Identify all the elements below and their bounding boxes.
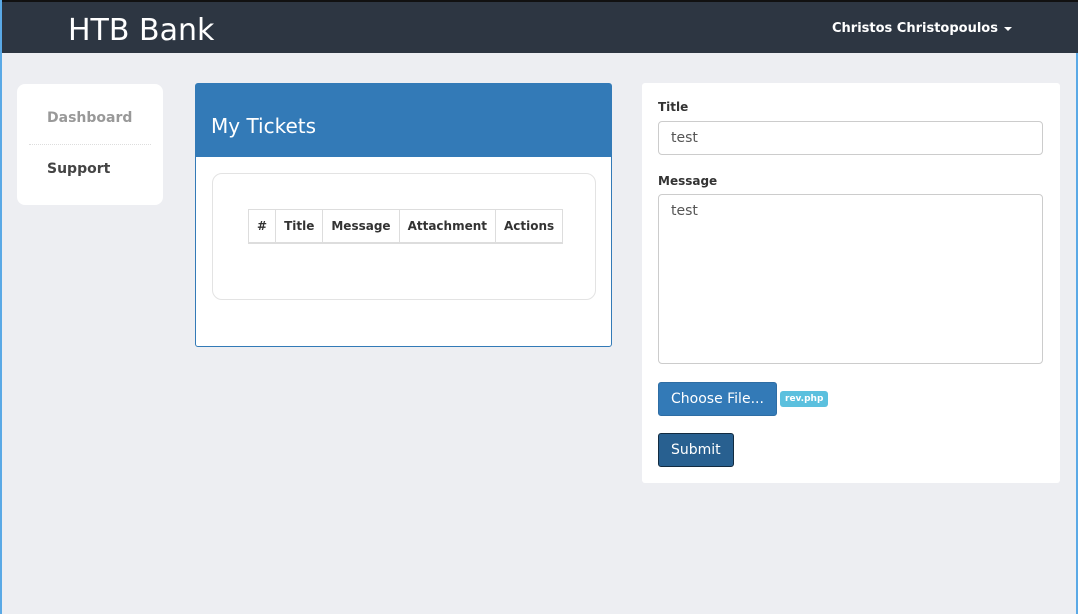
col-header: Attachment xyxy=(398,209,497,244)
title-input[interactable]: test xyxy=(658,121,1043,155)
brand-logo[interactable]: HTB Bank xyxy=(68,13,214,48)
message-label: Message xyxy=(658,174,718,188)
message-textarea[interactable]: test xyxy=(658,194,1043,364)
col-header: Title xyxy=(275,209,324,244)
col-header: Actions xyxy=(494,209,564,244)
col-header: Message xyxy=(322,209,400,244)
tickets-panel: My Tickets # Title Message Attachment Ac… xyxy=(195,83,612,347)
file-name-badge: rev.php xyxy=(780,391,829,407)
caret-down-icon xyxy=(1003,26,1012,31)
sidebar: Dashboard Support xyxy=(17,84,163,205)
sidebar-item-support[interactable]: Support xyxy=(47,161,110,177)
navbar: HTB Bank Christos Christopoulos xyxy=(2,0,1078,53)
submit-button[interactable]: Submit xyxy=(658,433,734,467)
choose-file-button[interactable]: Choose File... xyxy=(658,382,777,416)
sidebar-item-dashboard[interactable]: Dashboard xyxy=(47,110,132,126)
col-header: # xyxy=(247,209,277,244)
ticket-form: Title test Message test Choose File... r… xyxy=(642,83,1060,483)
divider xyxy=(29,144,151,145)
user-name: Christos Christopoulos xyxy=(832,21,998,36)
tickets-well: # Title Message Attachment Actions xyxy=(212,173,596,300)
panel-title: My Tickets xyxy=(196,84,611,157)
tickets-table: # Title Message Attachment Actions xyxy=(247,209,564,244)
user-menu[interactable]: Christos Christopoulos xyxy=(832,21,1012,36)
title-label: Title xyxy=(658,100,689,114)
